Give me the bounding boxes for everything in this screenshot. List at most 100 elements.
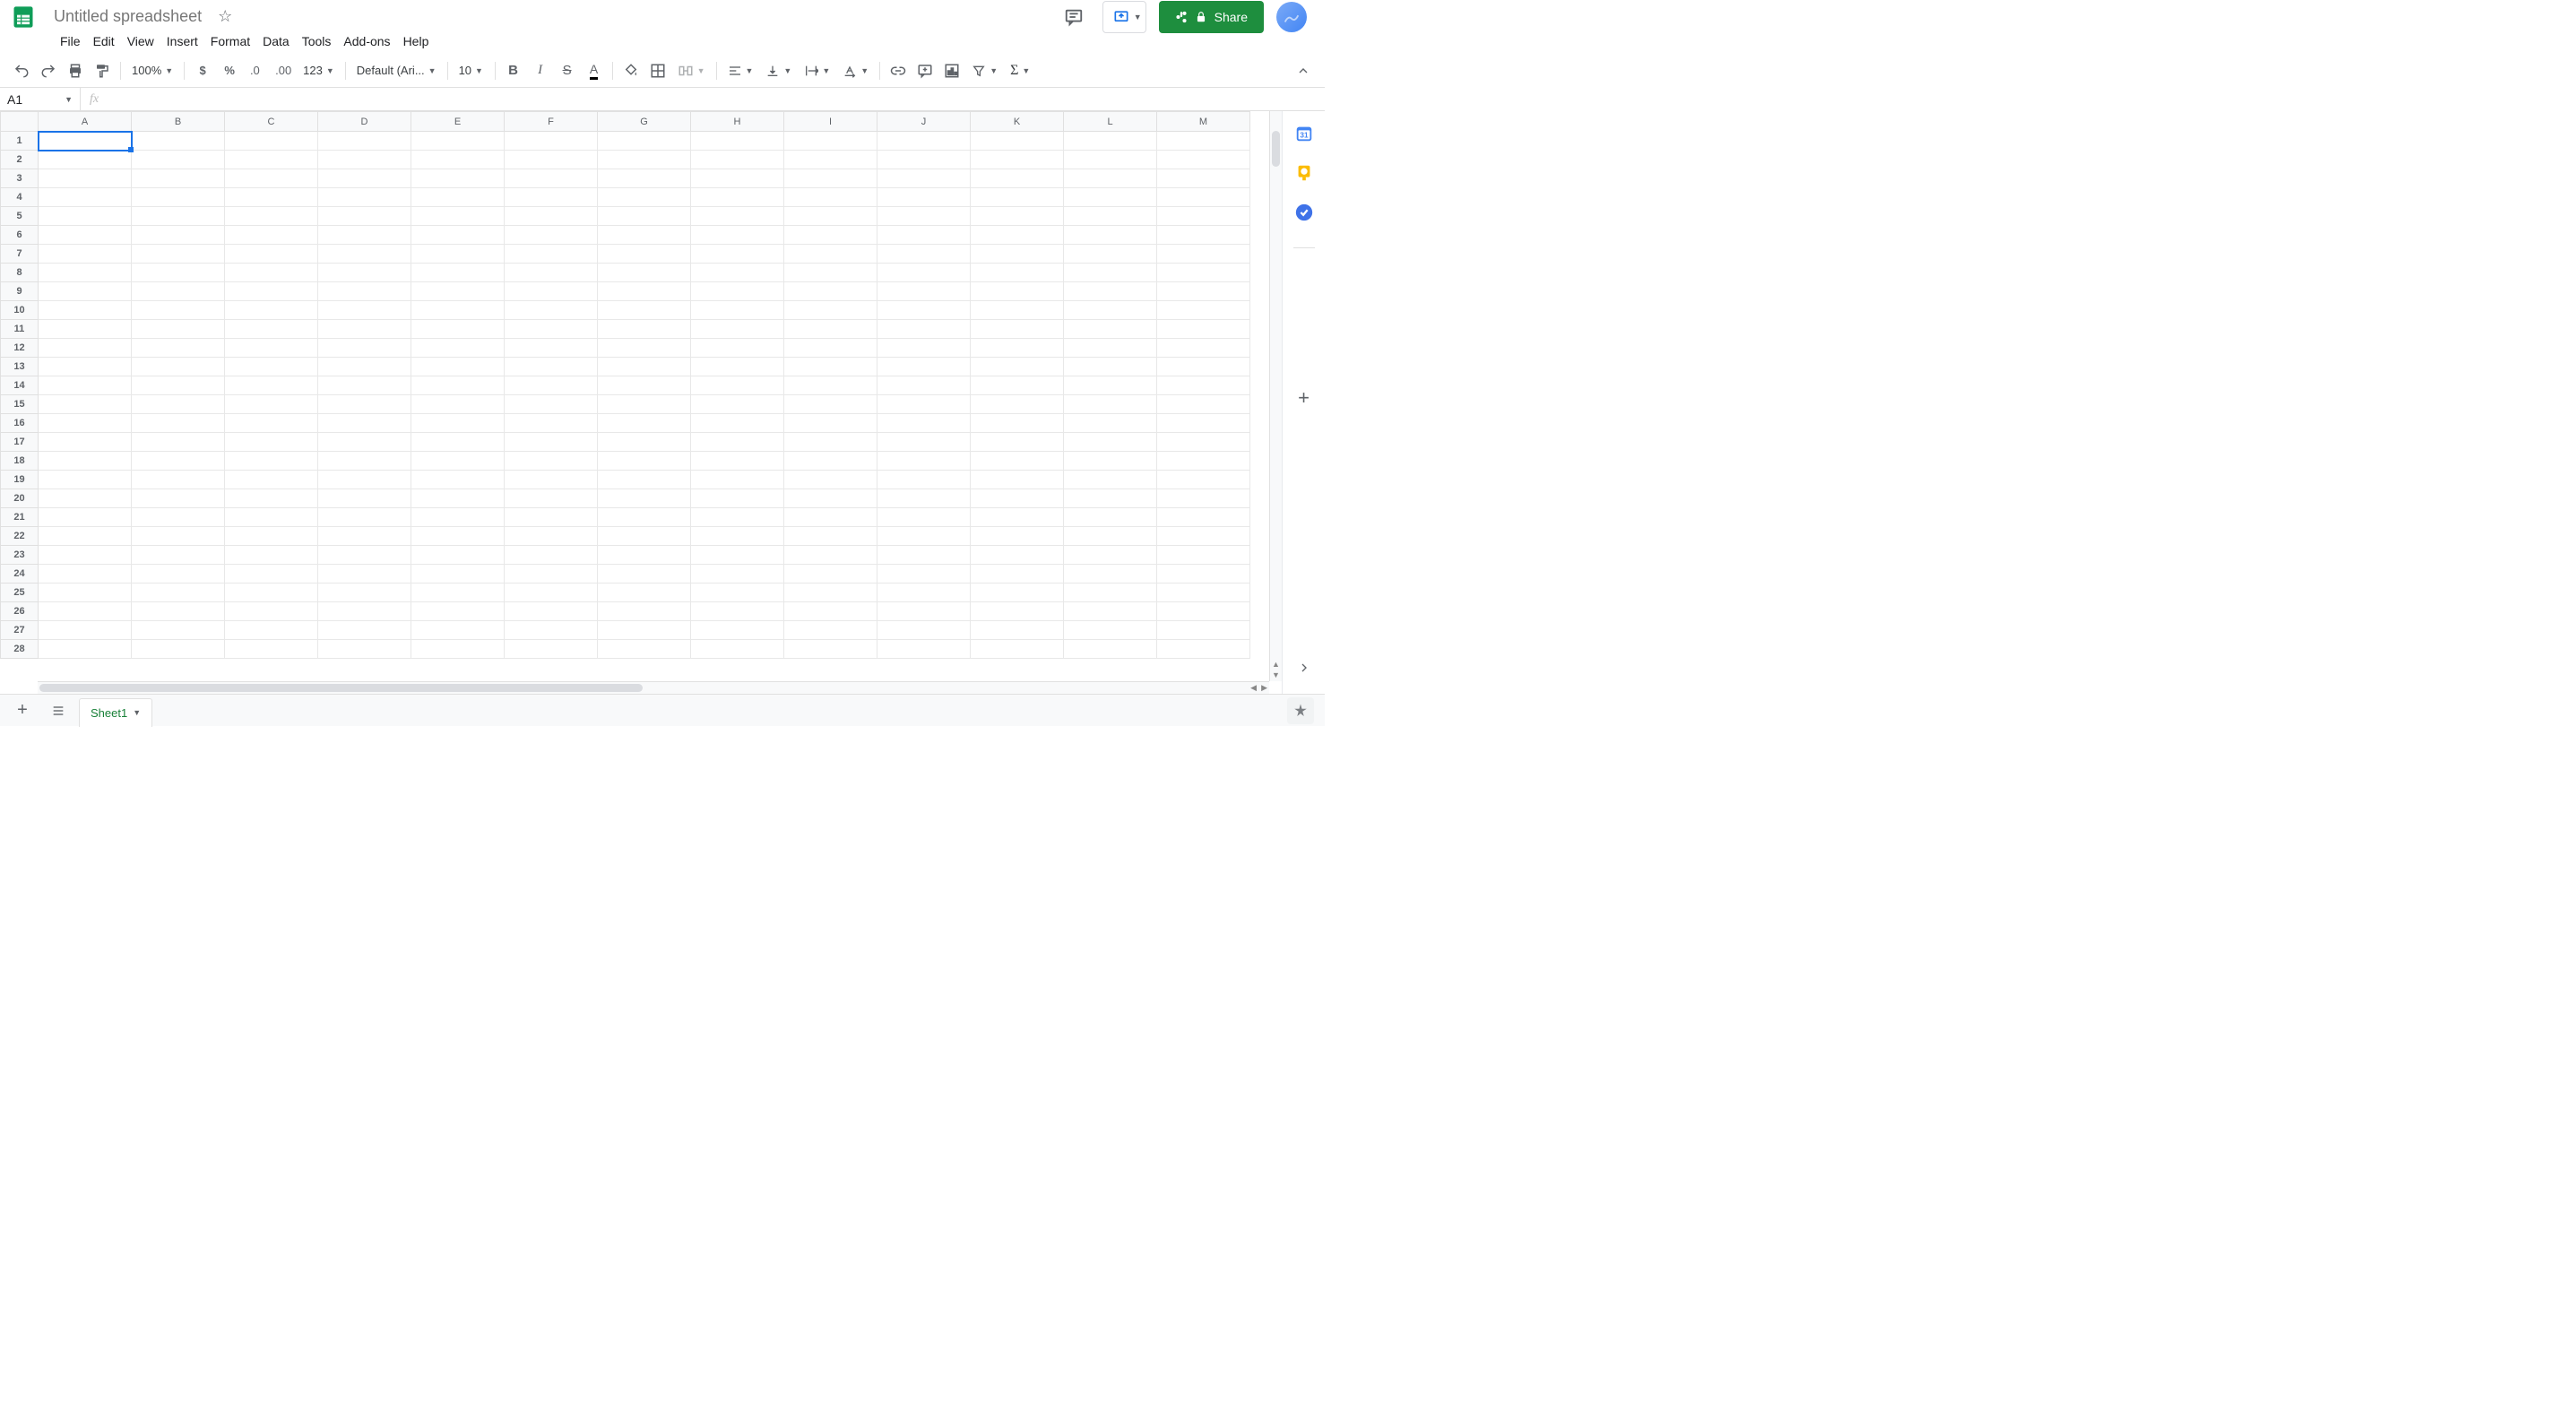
cell-H7[interactable] bbox=[691, 245, 784, 264]
cell-A15[interactable] bbox=[39, 395, 132, 414]
italic-icon[interactable]: I bbox=[528, 58, 553, 83]
cell-A26[interactable] bbox=[39, 602, 132, 621]
cell-M27[interactable] bbox=[1157, 621, 1250, 640]
cell-J16[interactable] bbox=[877, 414, 971, 433]
cell-C24[interactable] bbox=[225, 565, 318, 584]
cell-G11[interactable] bbox=[598, 320, 691, 339]
cell-C7[interactable] bbox=[225, 245, 318, 264]
cell-M4[interactable] bbox=[1157, 188, 1250, 207]
cell-M5[interactable] bbox=[1157, 207, 1250, 226]
cell-C16[interactable] bbox=[225, 414, 318, 433]
menu-tools[interactable]: Tools bbox=[296, 30, 338, 52]
cell-E19[interactable] bbox=[411, 471, 505, 489]
cell-D25[interactable] bbox=[318, 584, 411, 602]
cell-L21[interactable] bbox=[1064, 508, 1157, 527]
cell-C18[interactable] bbox=[225, 452, 318, 471]
cell-I15[interactable] bbox=[784, 395, 877, 414]
cell-J8[interactable] bbox=[877, 264, 971, 282]
cell-K24[interactable] bbox=[971, 565, 1064, 584]
cell-E20[interactable] bbox=[411, 489, 505, 508]
cell-B17[interactable] bbox=[132, 433, 225, 452]
cell-A2[interactable] bbox=[39, 151, 132, 169]
cell-B16[interactable] bbox=[132, 414, 225, 433]
cell-L28[interactable] bbox=[1064, 640, 1157, 659]
fill-color-icon[interactable] bbox=[618, 58, 644, 83]
cell-A4[interactable] bbox=[39, 188, 132, 207]
column-header[interactable]: H bbox=[691, 112, 784, 132]
cell-C1[interactable] bbox=[225, 132, 318, 151]
cell-B10[interactable] bbox=[132, 301, 225, 320]
cell-M18[interactable] bbox=[1157, 452, 1250, 471]
row-header[interactable]: 15 bbox=[1, 395, 39, 414]
cell-G2[interactable] bbox=[598, 151, 691, 169]
cell-F11[interactable] bbox=[505, 320, 598, 339]
row-header[interactable]: 14 bbox=[1, 376, 39, 395]
cell-E24[interactable] bbox=[411, 565, 505, 584]
cell-E8[interactable] bbox=[411, 264, 505, 282]
cell-K2[interactable] bbox=[971, 151, 1064, 169]
cell-A11[interactable] bbox=[39, 320, 132, 339]
scrollbar-thumb[interactable] bbox=[1272, 131, 1280, 167]
cell-C15[interactable] bbox=[225, 395, 318, 414]
cell-G10[interactable] bbox=[598, 301, 691, 320]
cell-M3[interactable] bbox=[1157, 169, 1250, 188]
cell-H8[interactable] bbox=[691, 264, 784, 282]
cell-M1[interactable] bbox=[1157, 132, 1250, 151]
cell-G24[interactable] bbox=[598, 565, 691, 584]
column-header[interactable]: G bbox=[598, 112, 691, 132]
cell-F17[interactable] bbox=[505, 433, 598, 452]
cell-F13[interactable] bbox=[505, 358, 598, 376]
cell-A16[interactable] bbox=[39, 414, 132, 433]
cell-A9[interactable] bbox=[39, 282, 132, 301]
cell-J5[interactable] bbox=[877, 207, 971, 226]
cell-H3[interactable] bbox=[691, 169, 784, 188]
text-rotation-dropdown[interactable]: ▼ bbox=[837, 58, 874, 83]
cell-M8[interactable] bbox=[1157, 264, 1250, 282]
cell-I16[interactable] bbox=[784, 414, 877, 433]
font-size-dropdown[interactable]: 10▼ bbox=[454, 58, 489, 83]
cell-I18[interactable] bbox=[784, 452, 877, 471]
cell-H4[interactable] bbox=[691, 188, 784, 207]
column-header[interactable]: C bbox=[225, 112, 318, 132]
cell-F28[interactable] bbox=[505, 640, 598, 659]
cell-G22[interactable] bbox=[598, 527, 691, 546]
cell-A20[interactable] bbox=[39, 489, 132, 508]
row-header[interactable]: 20 bbox=[1, 489, 39, 508]
merge-cells-dropdown[interactable]: ▼ bbox=[672, 58, 711, 83]
vertical-scrollbar[interactable]: ▲ ▼ bbox=[1269, 111, 1282, 681]
cell-M23[interactable] bbox=[1157, 546, 1250, 565]
cell-C6[interactable] bbox=[225, 226, 318, 245]
cell-C9[interactable] bbox=[225, 282, 318, 301]
cell-I28[interactable] bbox=[784, 640, 877, 659]
cell-D24[interactable] bbox=[318, 565, 411, 584]
cell-G14[interactable] bbox=[598, 376, 691, 395]
cell-I5[interactable] bbox=[784, 207, 877, 226]
cell-F7[interactable] bbox=[505, 245, 598, 264]
cell-B21[interactable] bbox=[132, 508, 225, 527]
cell-A5[interactable] bbox=[39, 207, 132, 226]
sheets-logo[interactable] bbox=[7, 1, 39, 33]
cell-A19[interactable] bbox=[39, 471, 132, 489]
insert-comment-icon[interactable] bbox=[912, 58, 938, 83]
hide-side-panel-icon[interactable] bbox=[1287, 651, 1321, 685]
cell-K5[interactable] bbox=[971, 207, 1064, 226]
cell-H23[interactable] bbox=[691, 546, 784, 565]
cell-J20[interactable] bbox=[877, 489, 971, 508]
cell-I21[interactable] bbox=[784, 508, 877, 527]
cell-H11[interactable] bbox=[691, 320, 784, 339]
column-header[interactable]: F bbox=[505, 112, 598, 132]
cell-M28[interactable] bbox=[1157, 640, 1250, 659]
cell-J10[interactable] bbox=[877, 301, 971, 320]
tasks-icon[interactable] bbox=[1294, 203, 1314, 222]
cell-E28[interactable] bbox=[411, 640, 505, 659]
cell-M16[interactable] bbox=[1157, 414, 1250, 433]
spreadsheet-grid[interactable]: ABCDEFGHIJKLM123456789101112131415161718… bbox=[0, 111, 1250, 659]
insert-chart-icon[interactable] bbox=[939, 58, 964, 83]
horizontal-scrollbar[interactable]: ◀ ▶ bbox=[38, 681, 1269, 694]
cell-E3[interactable] bbox=[411, 169, 505, 188]
cell-L22[interactable] bbox=[1064, 527, 1157, 546]
cell-D15[interactable] bbox=[318, 395, 411, 414]
cell-J19[interactable] bbox=[877, 471, 971, 489]
number-format-dropdown[interactable]: 123▼ bbox=[298, 58, 340, 83]
cell-F9[interactable] bbox=[505, 282, 598, 301]
